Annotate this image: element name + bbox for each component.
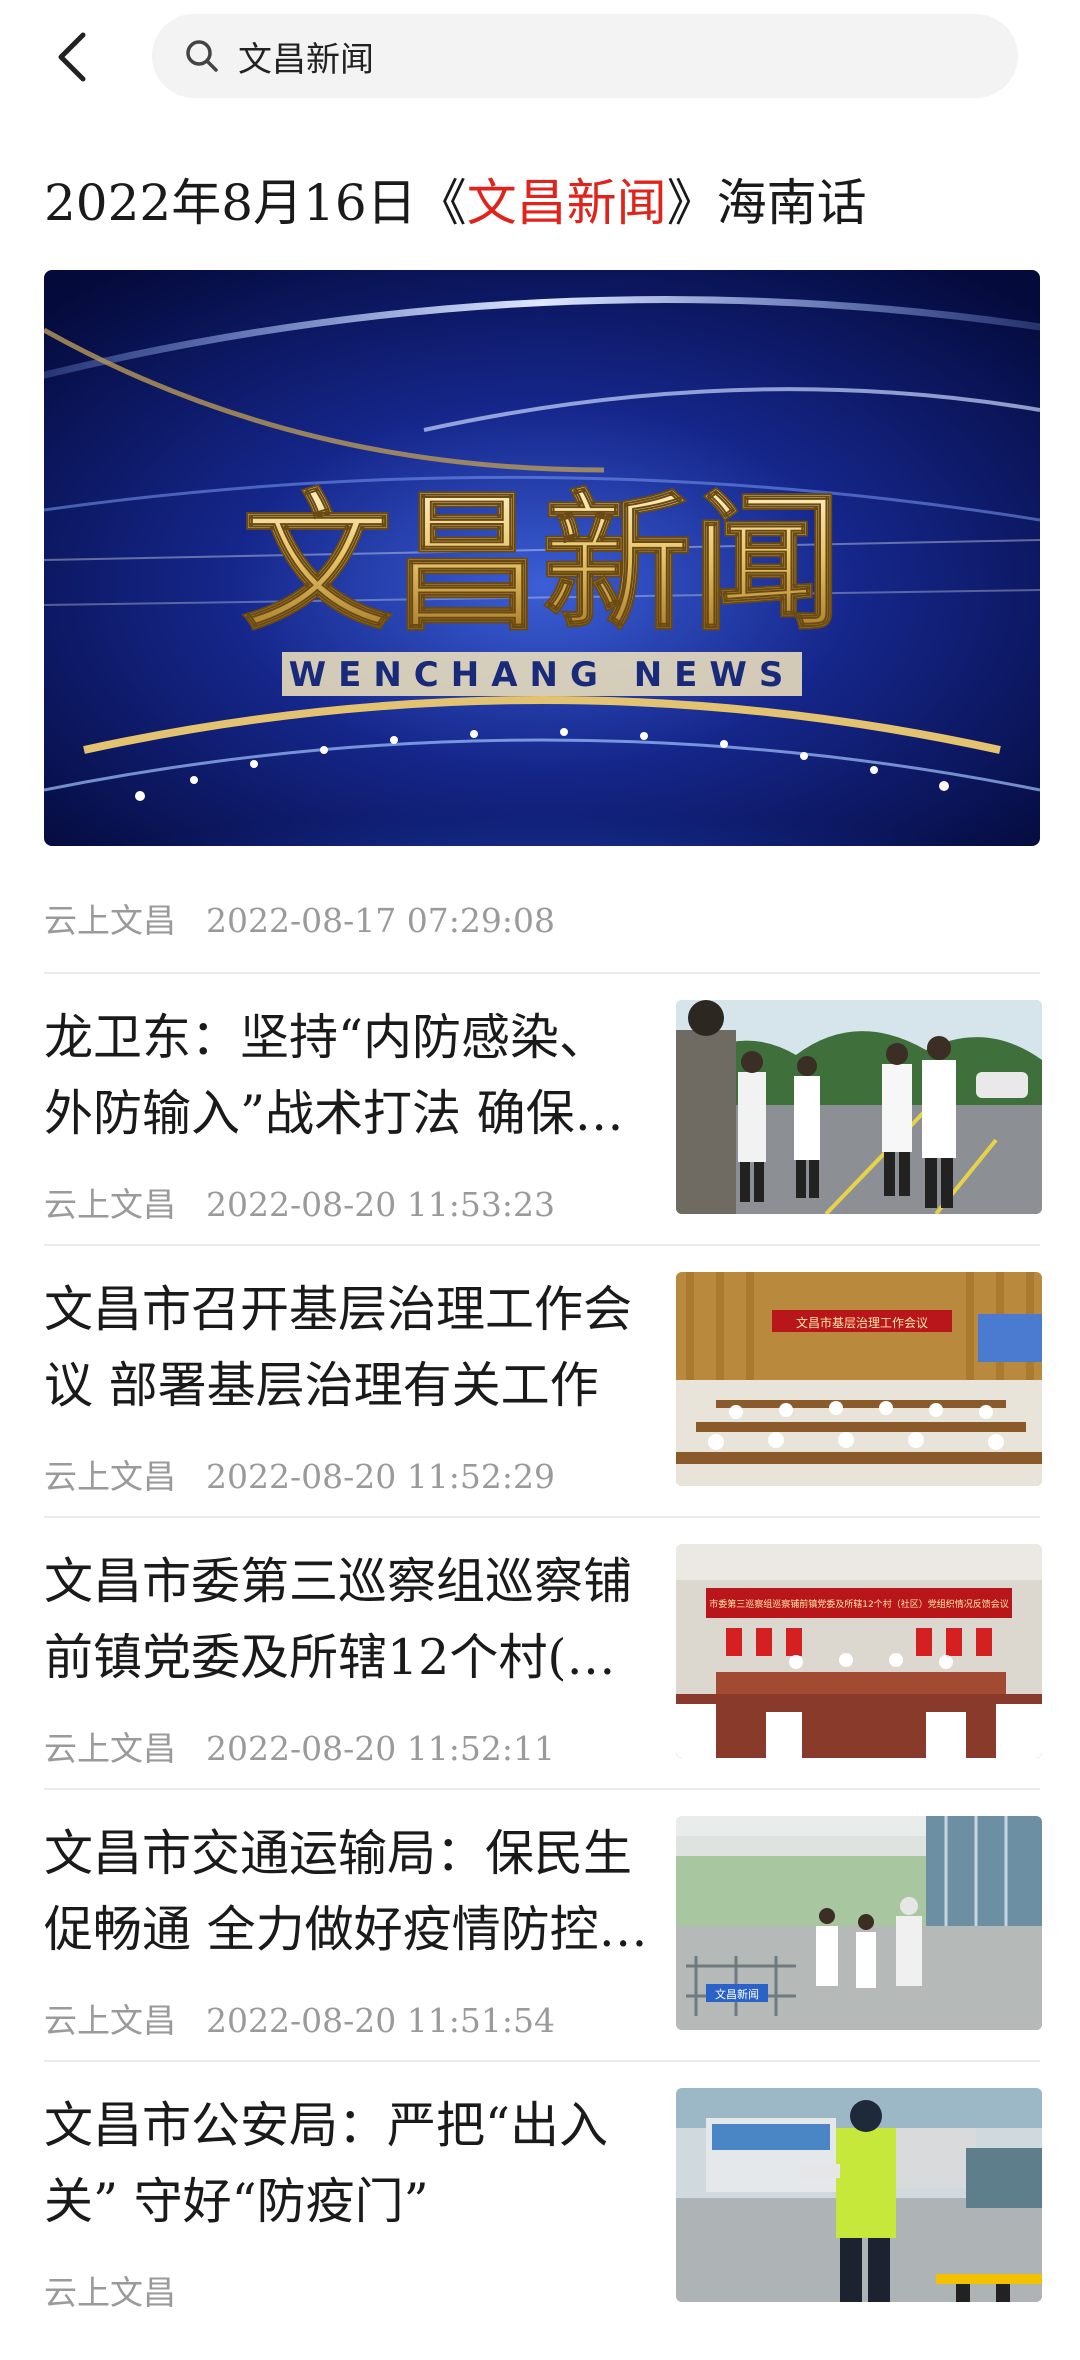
news-thumbnail xyxy=(676,2088,1042,2302)
news-thumbnail: 文昌新闻 xyxy=(676,1816,1042,2030)
divider xyxy=(44,1788,1040,1790)
featured-source: 云上文昌 xyxy=(44,901,176,940)
list-item[interactable]: 文昌市公安局：严把“出入关” 守好“防疫门” 云上文昌 xyxy=(0,2088,1080,2360)
thumb-banner-text: 市委第三巡察组巡察铺前镇党委及所辖12个村（社区）党组织情况反馈会议 xyxy=(709,1598,1008,1610)
divider xyxy=(44,972,1040,974)
chevron-left-icon xyxy=(58,32,86,82)
list-item[interactable]: 文昌市召开基层治理工作会议 部署基层治理有关工作 云上文昌 2022-08-20 … xyxy=(0,1272,1080,1544)
news-source: 云上文昌 xyxy=(44,1457,176,1496)
featured-meta: 云上文昌 2022-08-17 07:29:08 xyxy=(44,894,555,942)
search-icon xyxy=(186,40,218,72)
list-item[interactable]: 龙卫东：坚持“内防感染、外防输入”战术打法 确保… 云上文昌 2022-08-20… xyxy=(0,1000,1080,1272)
back-button[interactable] xyxy=(42,22,102,92)
news-title: 文昌市召开基层治理工作会议 部署基层治理有关工作 xyxy=(44,1281,633,1414)
banner-subtitle-text: WENCHANG NEWS xyxy=(289,655,796,695)
divider xyxy=(44,1244,1040,1246)
news-meta: 云上文昌 2022-08-20 11:51:54 xyxy=(44,1994,555,2042)
news-title: 文昌市公安局：严把“出入关” 守好“防疫门” xyxy=(44,2097,609,2230)
featured-time: 2022-08-17 07:29:08 xyxy=(206,901,555,940)
news-title: 龙卫东：坚持“内防感染、外防输入”战术打法 确保… xyxy=(44,1009,624,1142)
list-item[interactable]: 文昌市委第三巡察组巡察铺前镇党委及所辖12个村(… 云上文昌 2022-08-20… xyxy=(0,1544,1080,1816)
news-source: 云上文昌 xyxy=(44,1185,176,1224)
news-meta: 云上文昌 2022-08-20 11:53:23 xyxy=(44,1178,555,1226)
news-meta: 云上文昌 2022-08-20 11:52:11 xyxy=(44,1722,555,1770)
news-time: 2022-08-20 11:52:11 xyxy=(206,1729,555,1768)
divider xyxy=(44,1516,1040,1518)
search-query: 文昌新闻 xyxy=(238,39,374,80)
news-title: 文昌市交通运输局：保民生促畅通 全力做好疫情防控… xyxy=(44,1825,648,1958)
news-thumbnail xyxy=(676,1000,1042,1214)
featured-title[interactable]: 2022年8月16日《文昌新闻》海南话 xyxy=(44,168,1044,238)
top-bar: 文昌新闻 xyxy=(0,0,1080,110)
news-time: 2022-08-20 11:51:54 xyxy=(206,2001,555,2040)
news-thumbnail: 市委第三巡察组巡察铺前镇党委及所辖12个村（社区）党组织情况反馈会议 xyxy=(676,1544,1042,1758)
search-input[interactable]: 文昌新闻 xyxy=(152,14,1018,98)
list-item[interactable]: 文昌市交通运输局：保民生促畅通 全力做好疫情防控… 云上文昌 2022-08-20… xyxy=(0,1816,1080,2088)
news-source: 云上文昌 xyxy=(44,1729,176,1768)
featured-banner-image[interactable]: 文昌新闻 WENCHANG NEWS xyxy=(44,270,1040,846)
news-meta: 云上文昌 xyxy=(44,2266,206,2314)
featured-title-prefix: 2022年8月16日《 xyxy=(44,174,467,232)
news-broadcast-banner: 文昌新闻 WENCHANG NEWS xyxy=(44,270,1040,846)
news-time: 2022-08-20 11:52:29 xyxy=(206,1457,555,1496)
thumb-sign-text: 文昌新闻 xyxy=(715,1987,759,2001)
banner-title-text: 文昌新闻 xyxy=(242,477,842,651)
news-title: 文昌市委第三巡察组巡察铺前镇党委及所辖12个村(… xyxy=(44,1553,633,1686)
news-time: 2022-08-20 11:53:23 xyxy=(206,1185,555,1224)
thumb-banner-text: 文昌市基层治理工作会议 xyxy=(796,1315,928,1330)
news-source: 云上文昌 xyxy=(44,2001,176,2040)
featured-title-suffix: 》海南话 xyxy=(666,174,867,232)
news-meta: 云上文昌 2022-08-20 11:52:29 xyxy=(44,1450,555,1498)
news-source: 云上文昌 xyxy=(44,2273,176,2312)
news-thumbnail: 文昌市基层治理工作会议 xyxy=(676,1272,1042,1486)
featured-title-highlight: 文昌新闻 xyxy=(466,174,667,232)
divider xyxy=(44,2060,1040,2062)
